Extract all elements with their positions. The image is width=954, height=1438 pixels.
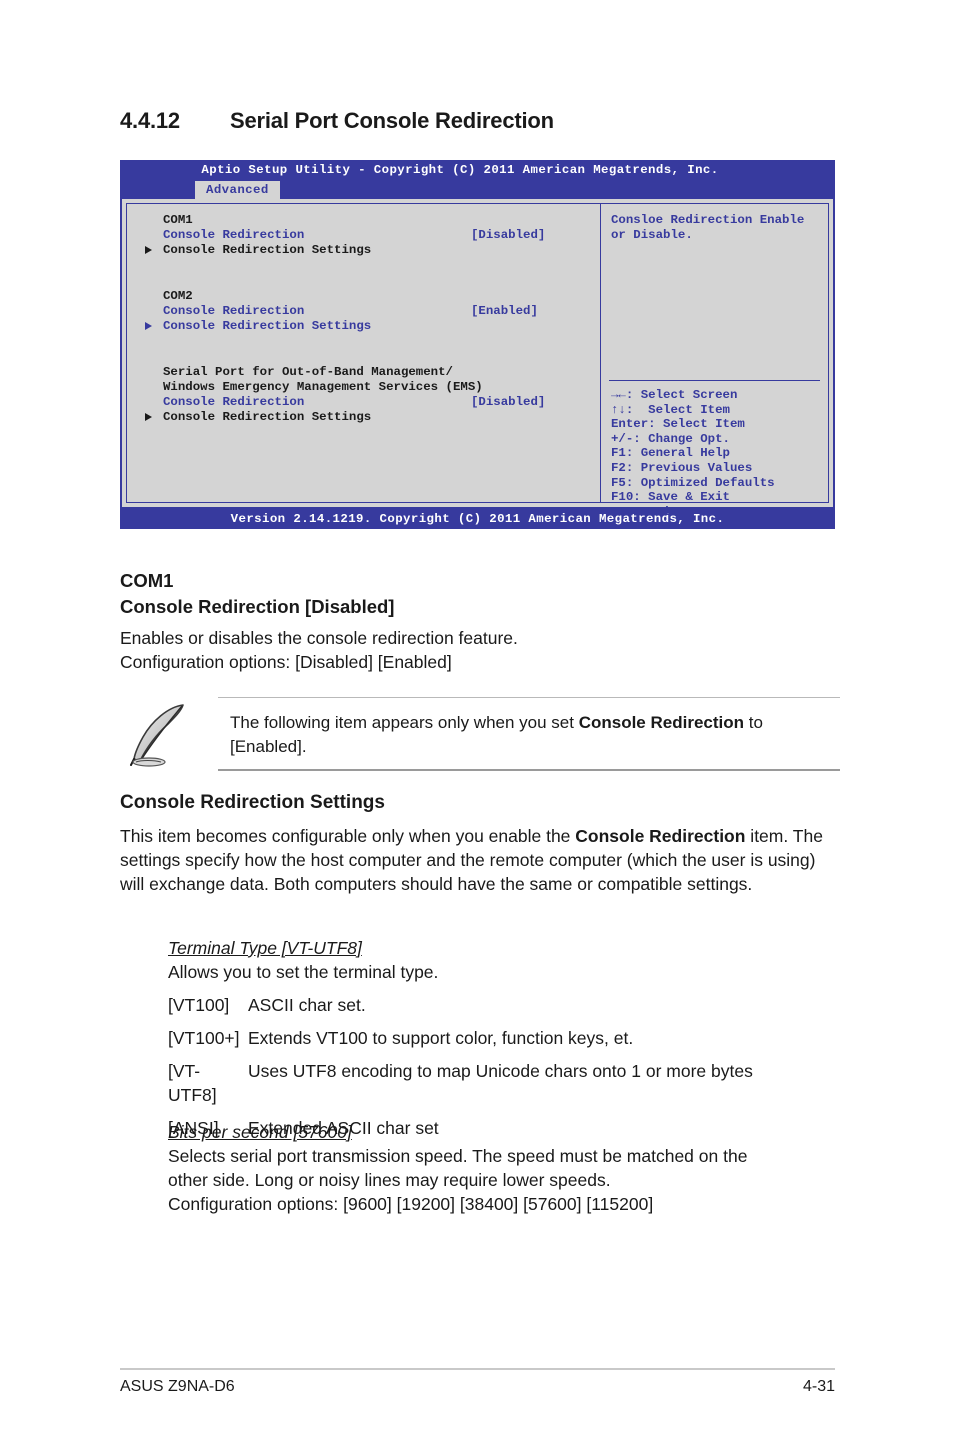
- bits-per-second-heading: Bits per second [57600]: [168, 1122, 352, 1142]
- bits-per-second-line3: Configuration options: [9600] [19200] [3…: [168, 1194, 654, 1214]
- menu-item-ems-console-redirection-settings[interactable]: Console Redirection Settings: [127, 410, 600, 425]
- group-label-com1: COM1: [163, 213, 193, 227]
- triangle-right-icon: [145, 246, 152, 255]
- group-label-com2: COM2: [163, 288, 193, 303]
- section-number: 4.4.12: [120, 108, 180, 133]
- group-label-ems-line1: Serial Port for Out-of-Band Management/: [163, 364, 453, 379]
- menu-item-com2-console-redirection[interactable]: Console Redirection [Enabled]: [127, 304, 600, 319]
- bits-per-second-line1: Selects serial port transmission speed. …: [168, 1146, 748, 1166]
- terminal-type-description: Allows you to set the terminal type.: [168, 962, 439, 982]
- bios-body: COM1 Console Redirection [Disabled] Conso…: [120, 199, 835, 519]
- terminal-option-key: [VT-UTF8]: [168, 1061, 217, 1105]
- note-callout: The following item appears only when you…: [120, 695, 840, 775]
- help-divider: [609, 380, 820, 381]
- com1-desc-line2: Configuration options: [Disabled] [Enabl…: [120, 652, 452, 672]
- bits-per-second-block: Bits per second [57600] Selects serial p…: [168, 1120, 848, 1216]
- group-label-ems-line2: Windows Emergency Management Services (E…: [163, 380, 483, 395]
- note-text: The following item appears only when you…: [230, 711, 830, 759]
- bios-titlebar: Aptio Setup Utility - Copyright (C) 2011…: [120, 160, 835, 181]
- bios-settings-panel: COM1 Console Redirection [Disabled] Conso…: [127, 204, 601, 502]
- settings-para-bold: Console Redirection: [575, 826, 746, 846]
- settings-para-part1: This item becomes configurable only when…: [120, 826, 576, 846]
- help-description: Consloe Redirection Enable or Disable.: [611, 213, 805, 243]
- terminal-option-row: [VT100+] Extends VT100 to support color,…: [168, 1026, 848, 1050]
- terminal-option-desc: Uses UTF8 encoding to map Unicode chars …: [248, 1061, 753, 1081]
- triangle-right-icon: [145, 413, 152, 422]
- terminal-option-desc: Extends VT100 to support color, function…: [248, 1028, 634, 1048]
- settings-heading: Console Redirection Settings: [120, 792, 385, 813]
- note-text-part1: The following item appears only when you…: [230, 713, 579, 732]
- terminal-option-desc: ASCII char set.: [248, 995, 366, 1015]
- bits-per-second-line2: other side. Long or noisy lines may requ…: [168, 1170, 611, 1190]
- bios-screenshot: Aptio Setup Utility - Copyright (C) 2011…: [120, 160, 835, 529]
- com1-desc-line1: Enables or disables the console redirect…: [120, 628, 518, 648]
- terminal-option-row: [VT-UTF8] Uses UTF8 encoding to map Unic…: [168, 1059, 848, 1107]
- com1-description-block: COM1 Console Redirection [Disabled] Enab…: [120, 568, 840, 674]
- settings-paragraph: This item becomes configurable only when…: [120, 824, 840, 896]
- bios-help-panel: Consloe Redirection Enable or Disable. →…: [601, 204, 828, 519]
- triangle-right-icon: [145, 322, 152, 331]
- com1-heading: COM1: [120, 570, 174, 591]
- terminal-option-key: [VT100+]: [168, 1028, 240, 1048]
- terminal-option-row: [VT100] ASCII char set.: [168, 993, 848, 1017]
- terminal-type-heading: Terminal Type [VT-UTF8]: [168, 938, 362, 958]
- tab-advanced[interactable]: Advanced: [195, 181, 280, 199]
- menu-item-com1-console-redirection[interactable]: Console Redirection [Disabled]: [127, 228, 600, 243]
- page-title: 4.4.12 Serial Port Console Redirection: [120, 108, 554, 134]
- terminal-type-block: Terminal Type [VT-UTF8] Allows you to se…: [168, 936, 848, 1140]
- key-legend: →←: Select Screen ↑↓: Select Item Enter:…: [611, 388, 775, 519]
- settings-description-block: Console Redirection Settings This item b…: [120, 790, 840, 896]
- note-text-bold: Console Redirection: [578, 713, 745, 732]
- footer-product-name: ASUS Z9NA-D6: [120, 1378, 235, 1395]
- terminal-option-key: [VT100]: [168, 995, 230, 1015]
- footer-divider: [120, 1368, 835, 1370]
- bios-tab-row: Advanced: [120, 181, 835, 199]
- menu-item-com1-console-redirection-settings[interactable]: Console Redirection Settings: [127, 243, 600, 258]
- document-page: 4.4.12 Serial Port Console Redirection Ap…: [0, 0, 954, 1438]
- footer-page-number: 4-31: [802, 1378, 835, 1395]
- section-title: Serial Port Console Redirection: [230, 108, 554, 133]
- bios-inner-frame: COM1 Console Redirection [Disabled] Conso…: [126, 203, 829, 519]
- menu-item-ems-console-redirection[interactable]: Console Redirection [Disabled]: [127, 395, 600, 410]
- com1-subheading: Console Redirection [Disabled]: [120, 596, 395, 617]
- quill-pen-icon: [128, 701, 198, 769]
- menu-item-com2-console-redirection-settings[interactable]: Console Redirection Settings: [127, 319, 600, 334]
